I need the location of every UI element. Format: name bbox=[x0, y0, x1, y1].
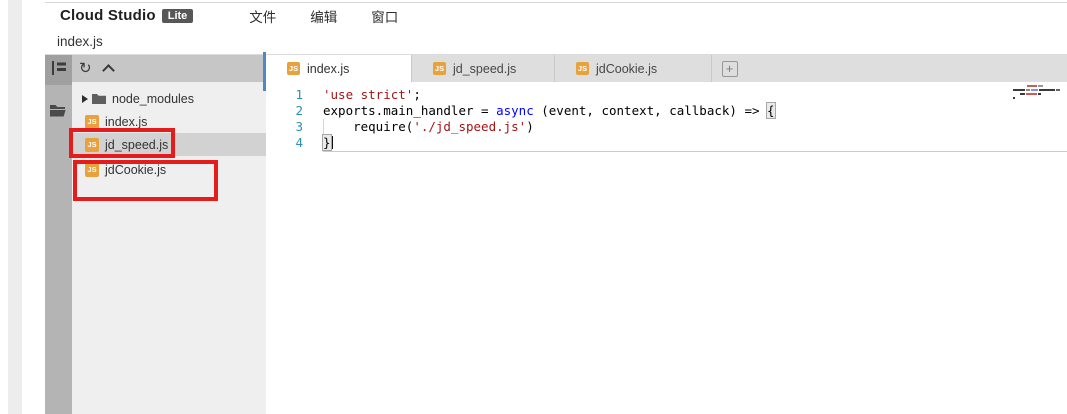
tab-label: index.js bbox=[307, 62, 349, 76]
annotation-red-box bbox=[73, 160, 218, 201]
tab-index-js[interactable]: JS index.js bbox=[266, 55, 412, 82]
code-editor[interactable]: 1234 'use strict';exports.main_handler =… bbox=[266, 82, 1067, 414]
line-number-gutter: 1234 bbox=[266, 87, 303, 151]
file-explorer-panel: ↻ node_modulesJSindex.jsJSjd_speed.jsJSj… bbox=[72, 55, 266, 414]
tab-strip: JS index.js JS jd_speed.js JS jdCookie.js + bbox=[266, 55, 1067, 82]
collapsed-arrow-icon bbox=[82, 95, 88, 103]
minimap-segment bbox=[1031, 89, 1038, 91]
minimap-row bbox=[1027, 85, 1061, 87]
chevron-up-icon[interactable] bbox=[102, 64, 115, 77]
code-token: require( bbox=[323, 119, 413, 134]
tab-label: jd_speed.js bbox=[453, 62, 516, 76]
code-line: require('./jd_speed.js') bbox=[323, 119, 775, 135]
open-folder-icon bbox=[50, 104, 67, 122]
breadcrumb-bar: index.js bbox=[45, 28, 1067, 55]
tree-item-node_modules[interactable]: node_modules bbox=[72, 87, 266, 110]
menu-items: 文件 编辑 窗口 bbox=[249, 6, 398, 26]
matched-bracket: } bbox=[323, 135, 331, 150]
open-file-title: index.js bbox=[57, 34, 103, 49]
minimap-segment bbox=[1026, 93, 1037, 95]
minimap[interactable] bbox=[1013, 85, 1061, 101]
code-line: } bbox=[323, 135, 775, 151]
cloud-studio-window: Cloud Studio Lite 文件 编辑 窗口 index.js bbox=[0, 0, 1067, 414]
code-line: exports.main_handler = async (event, con… bbox=[323, 103, 775, 119]
matched-bracket: { bbox=[767, 103, 775, 118]
code-content: 'use strict';exports.main_handler = asyn… bbox=[323, 87, 775, 151]
minimap-segment bbox=[1026, 89, 1030, 91]
code-token: ; bbox=[413, 87, 421, 102]
minimap-row bbox=[1013, 97, 1061, 99]
tree-item-label: node_modules bbox=[112, 92, 194, 106]
tree-item-label: index.js bbox=[105, 115, 147, 129]
minimap-row bbox=[1020, 93, 1061, 95]
minimap-row bbox=[1013, 89, 1061, 91]
explorer-toolbar: ↻ bbox=[72, 55, 266, 82]
minimap-segment bbox=[1027, 85, 1037, 87]
page-left-gutter bbox=[8, 0, 22, 414]
menu-item-file[interactable]: 文件 bbox=[249, 6, 276, 26]
code-token: exports.main_handler = bbox=[323, 103, 496, 118]
app-logo: Cloud Studio bbox=[60, 7, 156, 24]
minimap-segment bbox=[1038, 93, 1041, 95]
minimap-segment bbox=[1013, 89, 1025, 91]
code-token: 'use strict' bbox=[323, 87, 413, 102]
tab-label: jdCookie.js bbox=[596, 62, 657, 76]
folder-icon bbox=[92, 93, 112, 104]
menu-item-window[interactable]: 窗口 bbox=[371, 6, 398, 26]
line-number: 4 bbox=[266, 135, 303, 151]
minimap-segment bbox=[1038, 85, 1043, 87]
activity-folder-button[interactable] bbox=[45, 98, 72, 128]
new-tab-icon: + bbox=[722, 61, 738, 77]
minimap-segment bbox=[1056, 89, 1060, 91]
text-cursor bbox=[331, 136, 333, 149]
activity-bar bbox=[45, 55, 72, 414]
tab-jd_speed-js[interactable]: JS jd_speed.js bbox=[412, 55, 555, 82]
js-file-icon: JS bbox=[287, 62, 300, 75]
code-token: (event, context, callback) => bbox=[534, 103, 767, 118]
lite-badge: Lite bbox=[162, 9, 194, 23]
js-file-icon: JS bbox=[576, 62, 589, 75]
tab-jdCookie-js[interactable]: JS jdCookie.js bbox=[555, 55, 712, 82]
line-number: 3 bbox=[266, 119, 303, 135]
code-token: './jd_speed.js' bbox=[413, 119, 526, 134]
code-token: ) bbox=[526, 119, 534, 134]
editor-area: JS index.js JS jd_speed.js JS jdCookie.js + 12… bbox=[266, 55, 1067, 414]
minimap-segment bbox=[1013, 97, 1015, 99]
menu-item-edit[interactable]: 编辑 bbox=[310, 6, 337, 26]
line-number: 1 bbox=[266, 87, 303, 103]
code-token: async bbox=[496, 103, 534, 118]
minimap-segment bbox=[1039, 89, 1055, 91]
minimap-segment bbox=[1020, 93, 1025, 95]
tree-icon bbox=[51, 61, 67, 80]
new-tab-button[interactable]: + bbox=[712, 55, 747, 82]
activity-file-tree-button[interactable] bbox=[45, 55, 72, 85]
line-number: 2 bbox=[266, 103, 303, 119]
code-line: 'use strict'; bbox=[323, 87, 775, 103]
menu-bar: Cloud Studio Lite 文件 编辑 窗口 bbox=[45, 3, 1067, 28]
annotation-red-box bbox=[69, 128, 175, 158]
js-file-icon: JS bbox=[433, 62, 446, 75]
refresh-icon[interactable]: ↻ bbox=[79, 61, 92, 76]
js-file-icon: JS bbox=[85, 115, 99, 129]
